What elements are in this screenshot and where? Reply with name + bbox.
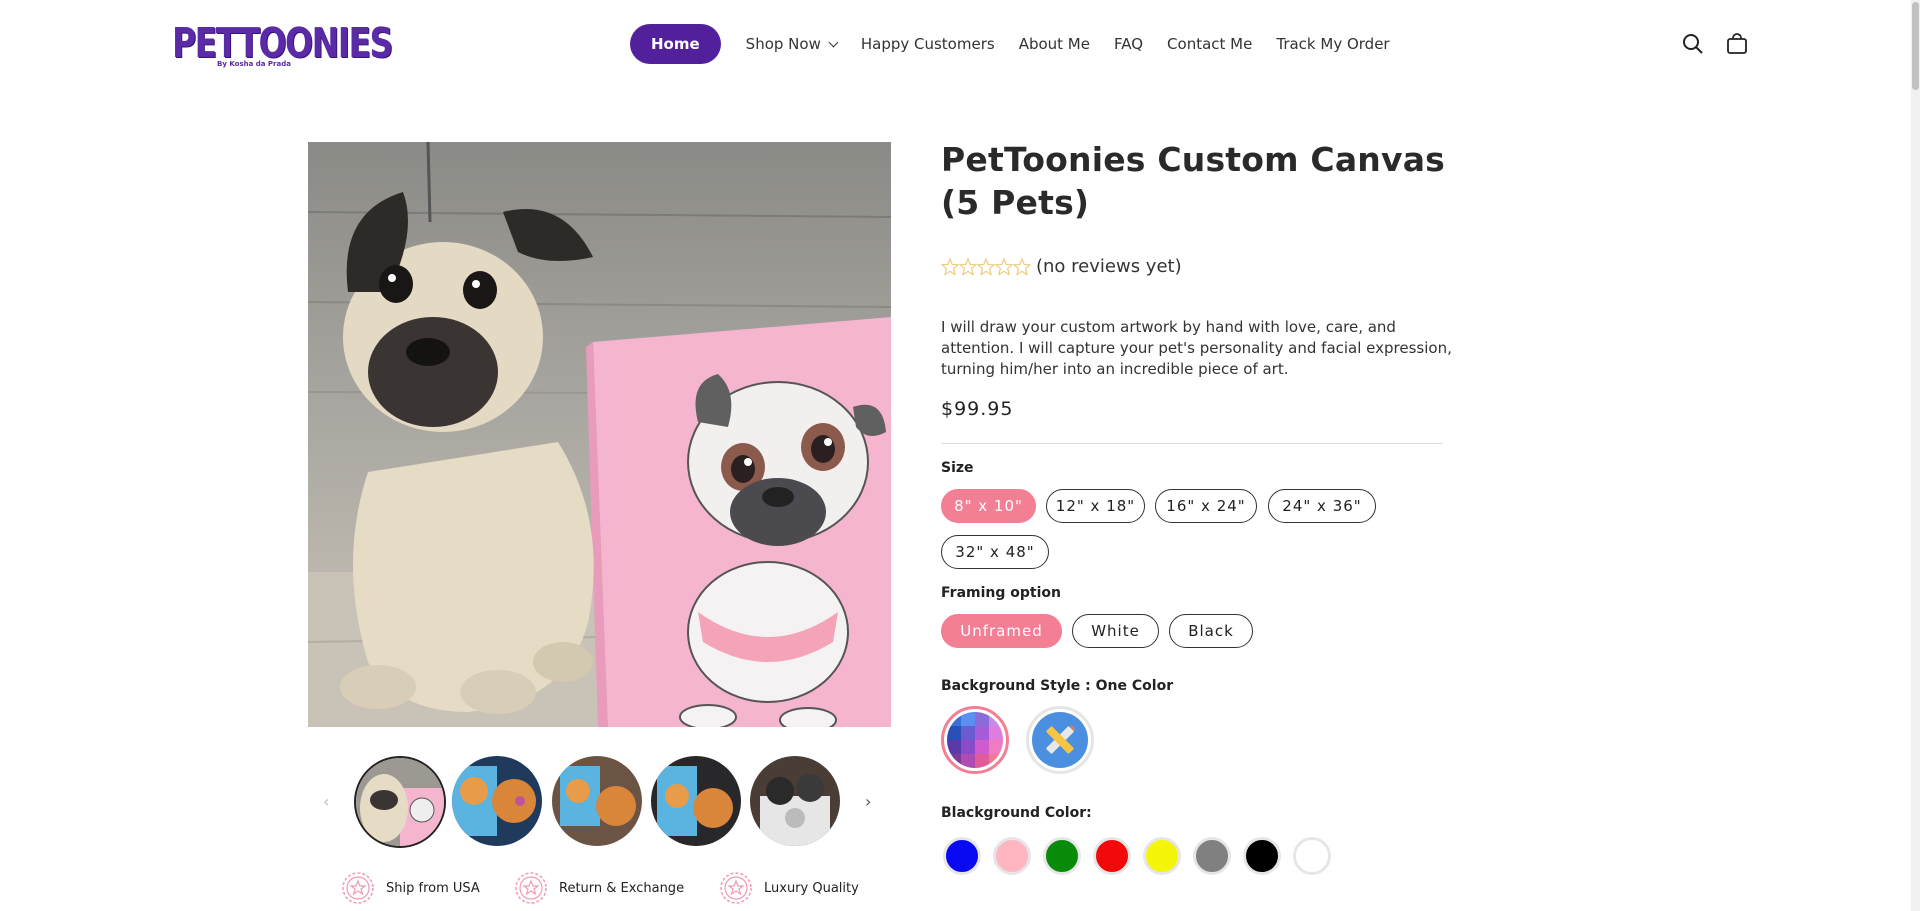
product-description: I will draw your custom artwork by hand … — [941, 318, 1452, 378]
color-swatch-yellow[interactable] — [1143, 837, 1181, 875]
gallery-thumbnail[interactable] — [750, 756, 840, 846]
nav-item-shop-now[interactable]: Shop Now — [745, 35, 839, 53]
star-icon — [941, 257, 960, 276]
framing-option-unframed[interactable]: Unframed — [941, 614, 1062, 648]
cart-icon[interactable] — [1725, 32, 1749, 56]
framing-option-white[interactable]: White — [1072, 614, 1159, 648]
size-option-32x48[interactable]: 32" x 48" — [941, 535, 1049, 569]
product-title: PetToonies Custom Canvas (5 Pets) — [941, 140, 1446, 222]
nav-item-about-me[interactable]: About Me — [1019, 35, 1090, 53]
nav-item-faq[interactable]: FAQ — [1114, 35, 1143, 53]
nav-item-track-my-order[interactable]: Track My Order — [1276, 35, 1389, 53]
color-swatch-red[interactable] — [1093, 837, 1131, 875]
size-option-8x10[interactable]: 8" x 10" — [941, 489, 1036, 523]
feature-label: Return & Exchange — [559, 880, 685, 896]
color-swatch-blue[interactable] — [943, 837, 981, 875]
feature-item: Return & Exchange — [513, 870, 684, 906]
site-header: PETTOONIES By Kosha da Prada Home Shop N… — [0, 0, 1920, 90]
color-swatch-green[interactable] — [1043, 837, 1081, 875]
nav-item-contact-me[interactable]: Contact Me — [1167, 35, 1252, 53]
star-icon — [1012, 257, 1032, 276]
product-rating[interactable]: (no reviews yet) — [941, 256, 1182, 277]
size-option-16x24[interactable]: 16" x 24" — [1155, 489, 1257, 523]
size-label: Size — [941, 460, 974, 476]
star-icon — [958, 257, 978, 276]
pencil-ruler-icon — [1032, 712, 1088, 768]
main-product-image[interactable] — [308, 142, 891, 727]
framing-option-black[interactable]: Black — [1169, 614, 1253, 648]
star-badge-icon — [342, 872, 374, 904]
brand-logo[interactable]: PETTOONIES By Kosha da Prada — [172, 18, 393, 72]
nav-item-happy-customers[interactable]: Happy Customers — [861, 35, 995, 53]
page-scrollbar[interactable] — [1911, 0, 1920, 911]
star-icon — [976, 257, 996, 276]
size-option-12x18[interactable]: 12" x 18" — [1046, 489, 1145, 523]
nav-item-label: Shop Now — [745, 35, 821, 53]
color-swatch-gray[interactable] — [1193, 837, 1231, 875]
search-icon[interactable] — [1681, 32, 1705, 56]
gallery-thumbnail[interactable] — [651, 756, 741, 846]
chevron-down-icon — [828, 37, 839, 47]
background-color-label: Blackground Color: — [941, 805, 1092, 821]
chevron-left-icon[interactable]: ‹ — [323, 792, 329, 811]
feature-label: Ship from USA — [386, 880, 480, 896]
scrollbar-thumb[interactable] — [1912, 2, 1919, 90]
product-price: $99.95 — [941, 398, 1014, 420]
feature-badges: Ship from USA Return & Exchange Luxury Q… — [340, 870, 900, 910]
divider — [941, 443, 1443, 444]
rating-stars — [941, 257, 1033, 276]
star-badge-icon — [515, 872, 547, 904]
palette-icon — [947, 712, 1003, 768]
framing-label: Framing option — [941, 585, 1061, 601]
color-swatch-pink[interactable] — [993, 837, 1031, 875]
main-nav: Home Shop Now Happy Customers About Me F… — [630, 24, 1414, 64]
gallery-thumbnail[interactable] — [354, 756, 446, 848]
gallery-thumbnails: ‹ › — [320, 756, 880, 848]
gallery-thumbnail[interactable] — [452, 756, 542, 846]
nav-item-home[interactable]: Home — [630, 24, 721, 64]
background-style-option-custom[interactable] — [1026, 706, 1094, 774]
color-swatch-white[interactable] — [1293, 837, 1331, 875]
reviews-count: (no reviews yet) — [1036, 256, 1182, 277]
chevron-right-icon[interactable]: › — [865, 792, 871, 811]
feature-label: Luxury Quality — [764, 880, 859, 896]
feature-item: Luxury Quality — [718, 870, 859, 906]
color-swatch-black[interactable] — [1243, 837, 1281, 875]
star-badge-icon — [720, 872, 752, 904]
background-style-option-one-color[interactable] — [941, 706, 1009, 774]
brand-tagline: By Kosha da Prada — [217, 60, 291, 68]
size-option-24x36[interactable]: 24" x 36" — [1268, 489, 1376, 523]
gallery-thumbnail[interactable] — [552, 756, 642, 846]
star-icon — [994, 257, 1014, 276]
background-style-label: Background Style : One Color — [941, 678, 1174, 694]
feature-item: Ship from USA — [340, 870, 480, 906]
